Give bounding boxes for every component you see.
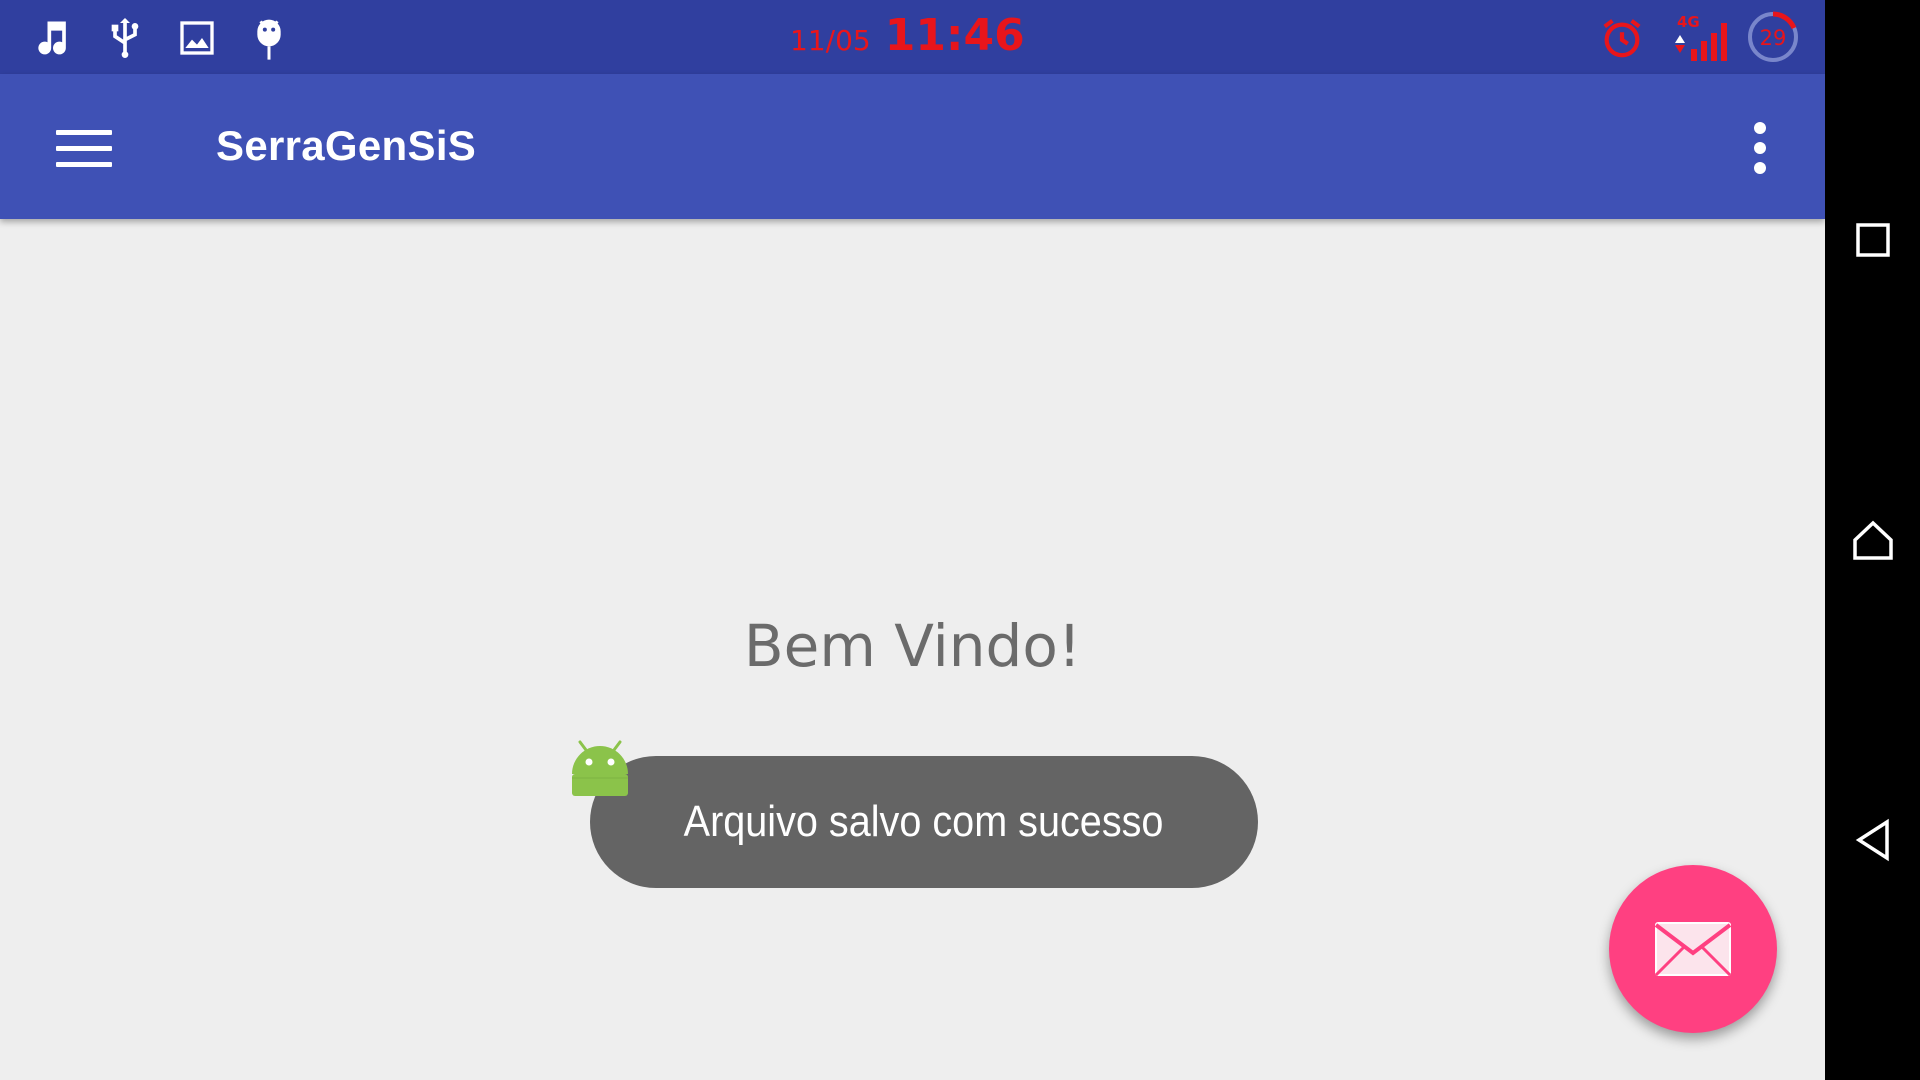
- status-time: 11:46: [884, 10, 1025, 61]
- home-icon[interactable]: [1837, 504, 1909, 576]
- app-screen: 11/05 11:46 4G 29 SerraGenSiS Bem Vindo!…: [0, 0, 1825, 1080]
- image-icon: [173, 14, 221, 62]
- alarm-icon: [1596, 14, 1648, 62]
- signal-4g-icon: 4G: [1670, 13, 1734, 62]
- status-date: 11/05: [790, 24, 871, 57]
- music-note-icon: [29, 14, 77, 62]
- welcome-text: Bem Vindo!: [743, 612, 1082, 680]
- toast-text: Arquivo salvo com sucesso: [684, 797, 1164, 846]
- toast-message: Arquivo salvo com sucesso: [590, 756, 1258, 888]
- app-toolbar: SerraGenSiS: [0, 74, 1825, 219]
- usb-icon: [101, 14, 149, 62]
- more-vert-icon[interactable]: [1728, 112, 1792, 184]
- status-bar: 11/05 11:46 4G 29: [0, 0, 1825, 74]
- android-icon: [570, 734, 630, 798]
- status-clock: 11/05 11:46: [790, 10, 1025, 70]
- battery-circle-icon: 29: [1744, 8, 1802, 66]
- recents-icon[interactable]: [1837, 204, 1909, 276]
- navigation-bar: [1825, 0, 1920, 1080]
- network-label: 4G: [1677, 13, 1700, 31]
- hamburger-menu-icon[interactable]: [40, 114, 128, 182]
- mail-icon: [1654, 922, 1732, 977]
- battery-level: 29: [1760, 26, 1787, 50]
- send-mail-button[interactable]: [1609, 865, 1777, 1033]
- back-icon[interactable]: [1837, 804, 1909, 876]
- app-title: SerraGenSiS: [216, 122, 477, 169]
- android-debug-icon: [245, 14, 293, 62]
